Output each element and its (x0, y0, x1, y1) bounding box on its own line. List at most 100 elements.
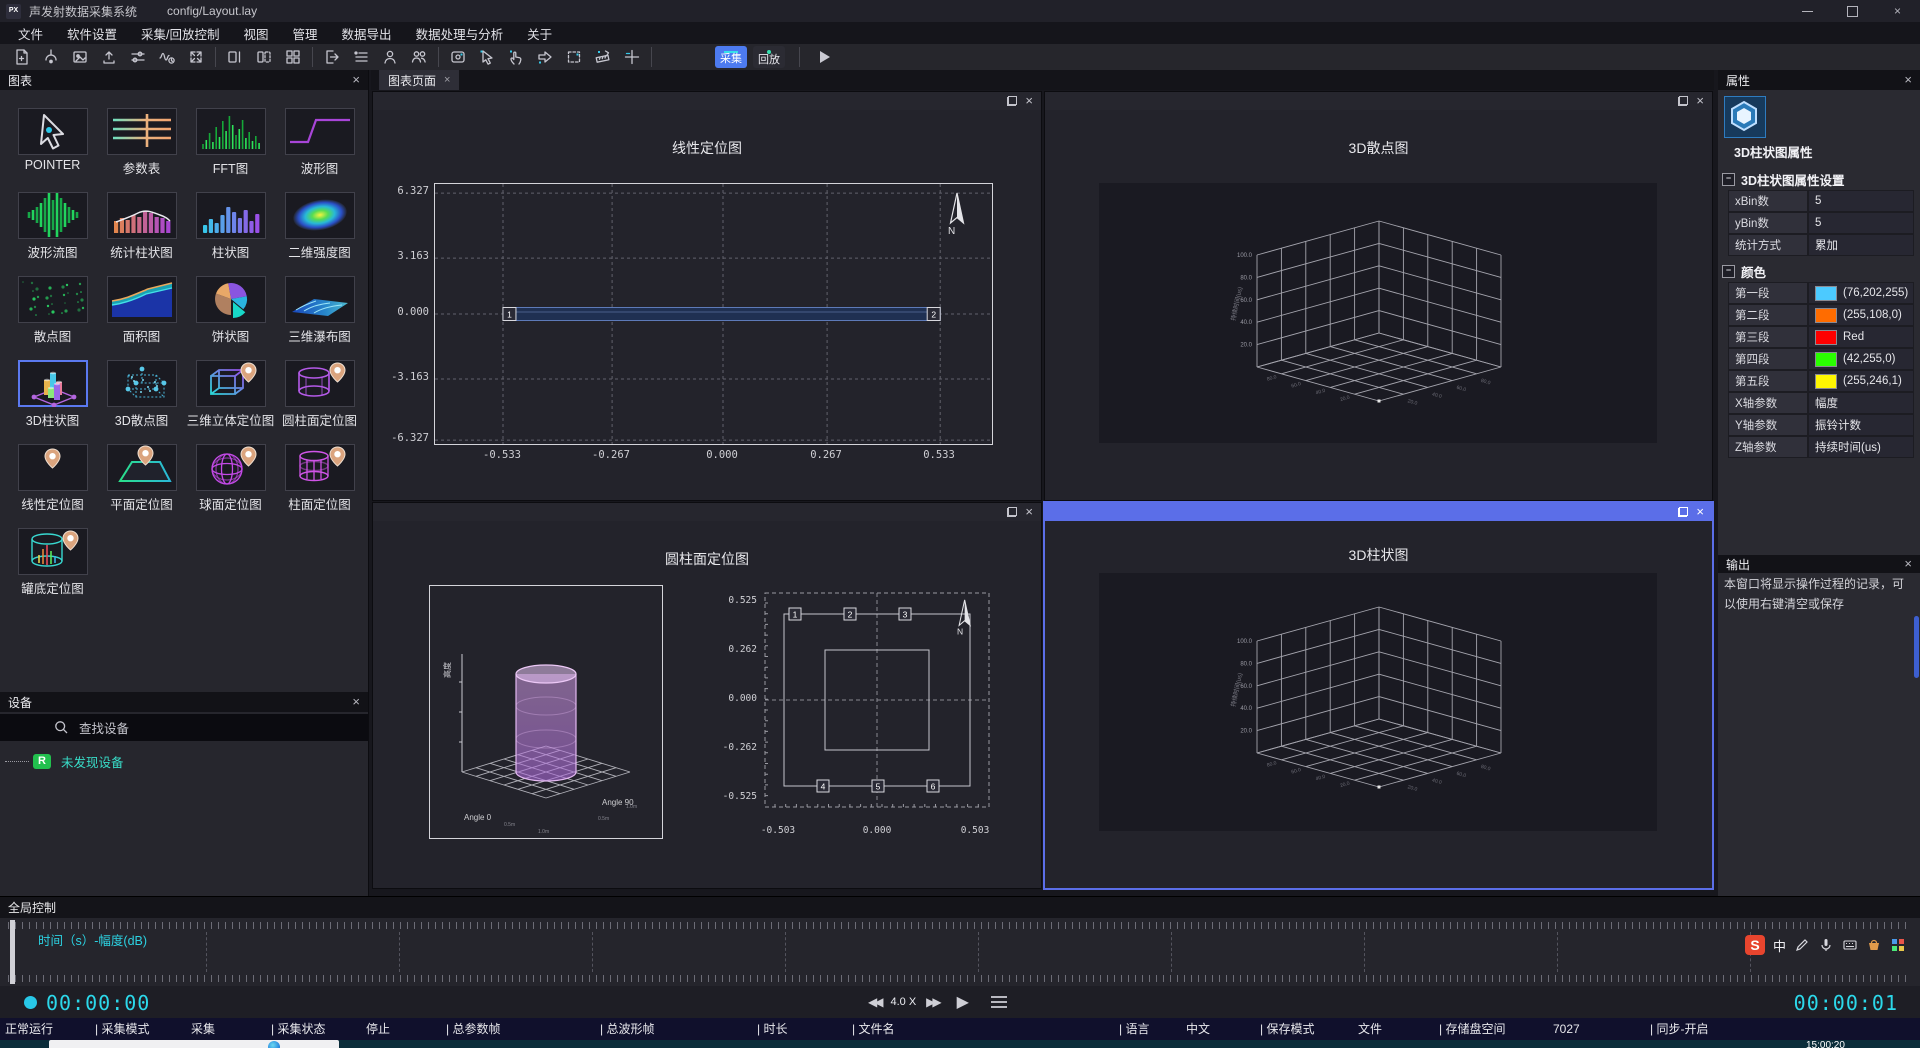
property-value[interactable]: 5 (1808, 190, 1914, 212)
menu-item-1[interactable]: 软件设置 (67, 24, 117, 43)
close-icon[interactable]: × (1904, 74, 1912, 86)
restore-icon[interactable] (1007, 96, 1017, 106)
chart-tile-scatter[interactable]: 散点图 (8, 276, 97, 345)
chart-tile-scatter3d[interactable]: 3D散点图 (97, 360, 186, 429)
window-3d-scatter[interactable]: × 3D散点图 100.080.060.040.020.020.020.040.… (1045, 92, 1712, 500)
pen-icon[interactable] (1794, 937, 1810, 953)
chart-tile-waveflow[interactable]: 波形流图 (8, 192, 97, 261)
device-search-input[interactable]: 查找设备 (0, 714, 368, 741)
image-icon[interactable] (70, 47, 90, 67)
tab-chart-page[interactable]: 图表页面 × (379, 70, 459, 90)
chart-tile-plane-pin[interactable]: 平面定位图 (97, 444, 186, 513)
selected-chart-type-icon[interactable] (1724, 96, 1766, 138)
marquee-icon[interactable] (564, 47, 584, 67)
close-icon[interactable]: × (1696, 96, 1704, 106)
expand-icon[interactable] (186, 47, 206, 67)
menu-item-3[interactable]: 视图 (244, 24, 269, 43)
section-colors[interactable]: − 颜色 (1722, 262, 1766, 281)
menu-item-4[interactable]: 管理 (293, 24, 318, 43)
user-icon[interactable] (380, 47, 400, 67)
playback-speed[interactable]: 4.0 X (890, 996, 916, 1008)
grid-menu-icon[interactable] (1890, 937, 1906, 953)
chart-tile-param[interactable]: 参数表 (97, 108, 186, 177)
menu-item-2[interactable]: 采集/回放控制 (141, 24, 219, 43)
chart-tile-bars[interactable]: 柱状图 (186, 192, 275, 261)
device-tree-item[interactable]: R 未发现设备 (0, 750, 124, 772)
rewind-button[interactable]: ◀◀ (868, 995, 880, 1009)
menu-item-6[interactable]: 数据处理与分析 (416, 24, 504, 43)
tab-close-icon[interactable]: × (444, 74, 450, 86)
restore-icon[interactable] (1007, 507, 1017, 517)
arrow-right-icon[interactable] (535, 47, 555, 67)
property-row-xBin数[interactable]: xBin数 5 (1728, 190, 1914, 212)
attach-icon[interactable] (448, 47, 468, 67)
cursor-icon[interactable] (477, 47, 497, 67)
chart-tile-heatmap[interactable]: 二维强度图 (275, 192, 364, 261)
property-row-第二段[interactable]: 第二段 (255,108,0) (1728, 304, 1914, 326)
taskbar-search-box[interactable] (49, 1040, 339, 1048)
collapse-icon[interactable]: − (1722, 173, 1735, 186)
property-value[interactable]: 幅度 (1808, 392, 1914, 414)
menu-item-5[interactable]: 数据导出 (342, 24, 392, 43)
microphone-icon[interactable] (1818, 937, 1834, 953)
playback-button[interactable]: 回放 (753, 46, 785, 68)
chart-tile-sphere-pin[interactable]: 球面定位图 (186, 444, 275, 513)
capture-button[interactable]: 采集 (715, 46, 747, 68)
maximize-button[interactable] (1830, 0, 1875, 22)
property-value[interactable]: 振铃计数 (1808, 414, 1914, 436)
menu-item-0[interactable]: 文件 (18, 24, 43, 43)
chart-tile-statbars[interactable]: 统计柱状图 (97, 192, 186, 261)
chart-tile-bar3d[interactable]: 3D柱状图 (8, 360, 97, 429)
chart-tile-tank-pin[interactable]: 罐底定位图 (8, 528, 97, 597)
upload-icon[interactable] (99, 47, 119, 67)
close-icon[interactable]: × (352, 74, 360, 86)
close-button[interactable]: × (1875, 0, 1920, 22)
wave-tune-icon[interactable] (157, 47, 177, 67)
window-3d-bar[interactable]: × 3D柱状图 100.080.060.040.020.020.020.040.… (1045, 503, 1712, 888)
property-row-第四段[interactable]: 第四段 (42,255,0) (1728, 348, 1914, 370)
window-cylinder-location[interactable]: × 圆柱面定位图 高度Angle 0Angle 900.5m1.0m0.5m1.… (373, 503, 1041, 888)
restore-icon[interactable] (1678, 507, 1688, 517)
crosshair-icon[interactable] (622, 47, 642, 67)
sliders-icon[interactable] (128, 47, 148, 67)
timeline[interactable]: 时间（s）-幅度(dB) S 中 (0, 918, 1920, 986)
keyboard-icon[interactable] (1842, 937, 1858, 953)
property-value[interactable]: 累加 (1808, 234, 1914, 256)
new-file-icon[interactable] (12, 47, 32, 67)
section-settings[interactable]: − 3D柱状图属性设置 (1722, 170, 1844, 189)
restore-icon[interactable] (1678, 96, 1688, 106)
property-row-第三段[interactable]: 第三段 Red (1728, 326, 1914, 348)
collapse-icon[interactable]: − (1722, 265, 1735, 278)
property-row-Z轴参数[interactable]: Z轴参数 持续时间(us) (1728, 436, 1914, 458)
exit-door-icon[interactable] (322, 47, 342, 67)
property-row-第一段[interactable]: 第一段 (76,202,255) (1728, 282, 1914, 304)
menu-icon[interactable] (989, 995, 1009, 1009)
ime-language-toggle[interactable]: 中 (1773, 936, 1786, 955)
close-icon[interactable]: × (1904, 558, 1912, 570)
panel-grid-icon[interactable] (283, 47, 303, 67)
list-icon[interactable] (351, 47, 371, 67)
ruler-icon[interactable] (593, 47, 613, 67)
users-icon[interactable] (409, 47, 429, 67)
close-icon[interactable]: × (1025, 507, 1033, 517)
chart-tile-waterfall[interactable]: 三维瀑布图 (275, 276, 364, 345)
chart-tile-pie[interactable]: 饼状图 (186, 276, 275, 345)
property-row-X轴参数[interactable]: X轴参数 幅度 (1728, 392, 1914, 414)
close-icon[interactable]: × (1025, 96, 1033, 106)
property-value[interactable]: Red (1808, 326, 1914, 348)
chart-tile-area[interactable]: 面积图 (97, 276, 186, 345)
chart-tile-cylsurf-pin[interactable]: 柱面定位图 (275, 444, 364, 513)
menu-item-7[interactable]: 关于 (527, 24, 552, 43)
property-row-Y轴参数[interactable]: Y轴参数 振铃计数 (1728, 414, 1914, 436)
hand-icon[interactable] (506, 47, 526, 67)
basket-icon[interactable] (1866, 937, 1882, 953)
chart-tile-cyl-pin[interactable]: 圆柱面定位图 (275, 360, 364, 429)
property-value[interactable]: (76,202,255) (1808, 282, 1914, 304)
property-row-统计方式[interactable]: 统计方式 累加 (1728, 234, 1914, 256)
close-icon[interactable]: × (1696, 507, 1704, 517)
chart-tile-fft[interactable]: FFT图 (186, 108, 275, 177)
property-value[interactable]: (255,108,0) (1808, 304, 1914, 326)
play-button[interactable]: ▶ (957, 992, 969, 1012)
panel-left-icon[interactable] (225, 47, 245, 67)
chart-tile-wave[interactable]: 波形图 (275, 108, 364, 177)
